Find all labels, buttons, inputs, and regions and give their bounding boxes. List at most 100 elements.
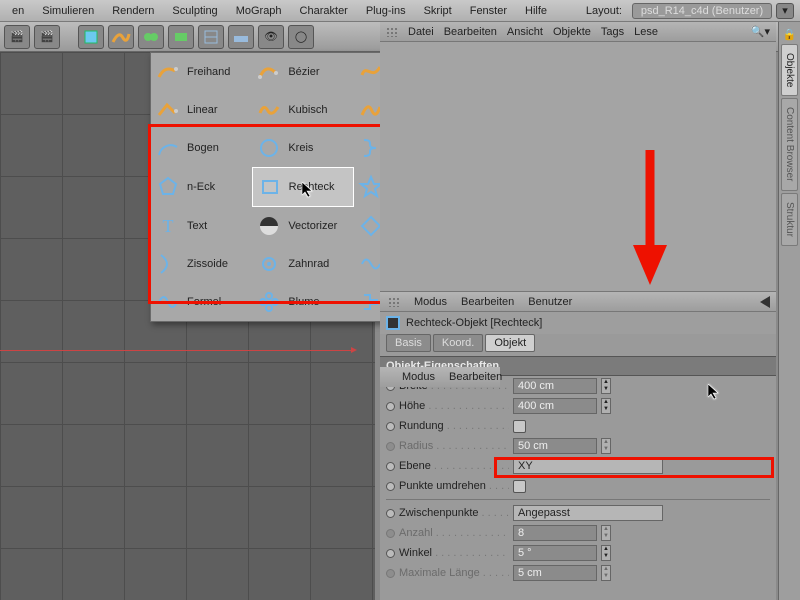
spinner[interactable]: ▲▼ [601,545,611,561]
spline-formel[interactable]: Formel [151,283,252,321]
prop-bullet [386,442,395,451]
freihand-icon [155,59,181,85]
om-menu-item[interactable]: Objekte [553,26,591,38]
sidetab-objekte[interactable]: Objekte [781,44,798,96]
menu-item[interactable]: Charakter [294,3,354,19]
deformer-icon[interactable] [198,25,224,49]
generator-icon[interactable] [138,25,164,49]
label: Zahnrad [288,258,329,270]
layout-extra-button[interactable]: ▾ [776,3,794,19]
spline-vectorizer[interactable]: Vectorizer [252,207,353,245]
spline-zissoide[interactable]: Zissoide [151,245,252,283]
menu-item[interactable]: Bearbeiten [449,371,502,383]
attr-menu-item[interactable]: Benutzer [528,296,572,308]
spline-kubisch[interactable]: Kubisch [252,91,353,129]
attribute-menubar: Modus Bearbeiten Benutzer [380,292,776,312]
rundung-checkbox[interactable] [513,420,526,433]
label: n-Eck [187,181,215,193]
sidetab-content-browser[interactable]: Content Browser [781,98,798,190]
spline-kreis[interactable]: Kreis [252,129,353,167]
breite-input[interactable]: 400 cm [513,378,597,394]
primitive-cube-icon[interactable] [78,25,104,49]
search-icon[interactable]: 🔍▾ [751,25,770,38]
punkte-checkbox[interactable] [513,480,526,493]
om-menu-item[interactable]: Lese [634,26,658,38]
linear-icon [155,97,181,123]
tab-objekt[interactable]: Objekt [485,334,535,352]
light-icon[interactable]: ◯ [288,25,314,49]
prop-bullet[interactable] [386,549,395,558]
spline-freihand[interactable]: Freihand [151,53,252,91]
prop-bullet [386,529,395,538]
spline-neck[interactable]: n-Eck [151,167,252,207]
prop-rundung: Rundung [380,416,776,436]
camera-icon[interactable]: 👁 [258,25,284,49]
drag-handle-icon[interactable] [386,27,398,37]
prop-bullet[interactable] [386,422,395,431]
spinner[interactable]: ▲▼ [601,378,611,394]
layout-dropdown[interactable]: psd_R14_c4d (Benutzer) [632,3,772,19]
menu-item[interactable]: MoGraph [230,3,288,19]
menu-item[interactable]: Simulieren [36,3,100,19]
prop-label: Höhe [399,400,509,412]
lock-icon[interactable]: 🔒 [782,26,798,42]
spline-blume[interactable]: Blume [252,283,353,321]
environment-icon[interactable] [228,25,254,49]
menu-item[interactable]: Hilfe [519,3,553,19]
attr-menu-item[interactable]: Bearbeiten [461,296,514,308]
ebene-dropdown[interactable]: XY [513,458,663,474]
cissoid-icon [155,251,181,277]
hoehe-input[interactable]: 400 cm [513,398,597,414]
label: Blume [288,296,319,308]
om-menu-item[interactable]: Datei [408,26,434,38]
spline-bogen[interactable]: Bogen [151,129,252,167]
prop-bullet[interactable] [386,482,395,491]
spline-text[interactable]: TText [151,207,252,245]
spline-bezier[interactable]: Bézier [252,53,353,91]
sidetab-struktur[interactable]: Struktur [781,193,798,246]
object-manager-body[interactable] [380,42,776,292]
spinner: ▲▼ [601,438,611,454]
om-menu-item[interactable]: Tags [601,26,624,38]
toolbar-clapper2-icon[interactable]: 🎬 [34,25,60,49]
generator2-icon[interactable] [168,25,194,49]
layout-selector: Layout: psd_R14_c4d (Benutzer) ▾ [580,3,794,19]
spline-linear[interactable]: Linear [151,91,252,129]
winkel-input[interactable]: 5 ° [513,545,597,561]
spline-rechteck[interactable]: Rechteck [252,167,355,207]
spline-zahnrad[interactable]: Zahnrad [252,245,353,283]
menu-item[interactable]: Plug-ins [360,3,412,19]
prop-winkel: Winkel 5 ° ▲▼ [380,543,776,563]
label: Formel [187,296,221,308]
nav-back-icon[interactable] [760,296,770,308]
menu-item[interactable]: Fenster [464,3,513,19]
viewport-axis [0,350,354,351]
prop-bullet[interactable] [386,462,395,471]
tab-basis[interactable]: Basis [386,334,431,352]
label: Kubisch [288,104,327,116]
menu-item[interactable]: Skript [418,3,458,19]
object-manager-menubar: Datei Bearbeiten Ansicht Objekte Tags Le… [380,22,776,42]
prop-label: Rundung [399,420,509,432]
menu-item[interactable]: Rendern [106,3,160,19]
menu-item[interactable]: Modus [402,371,435,383]
om-menu-item[interactable]: Ansicht [507,26,543,38]
label: Freihand [187,66,230,78]
om-menu-item[interactable]: Bearbeiten [444,26,497,38]
toolbar-clapper-icon[interactable]: 🎬 [4,25,30,49]
menu-item[interactable]: en [6,3,30,19]
prop-label: Ebene [399,460,509,472]
zwischen-dropdown[interactable]: Angepasst [513,505,663,521]
label: Bézier [288,66,319,78]
label: Bogen [187,142,219,154]
attr-menu-item[interactable]: Modus [414,296,447,308]
spinner[interactable]: ▲▼ [601,398,611,414]
coord-panel-menubar: Modus Bearbeiten [380,367,500,387]
prop-bullet[interactable] [386,402,395,411]
prop-bullet[interactable] [386,509,395,518]
label: Kreis [288,142,313,154]
tab-koord[interactable]: Koord. [433,334,483,352]
menu-item[interactable]: Sculpting [166,3,223,19]
drag-handle-icon[interactable] [388,297,400,307]
spline-tool-icon[interactable] [108,25,134,49]
